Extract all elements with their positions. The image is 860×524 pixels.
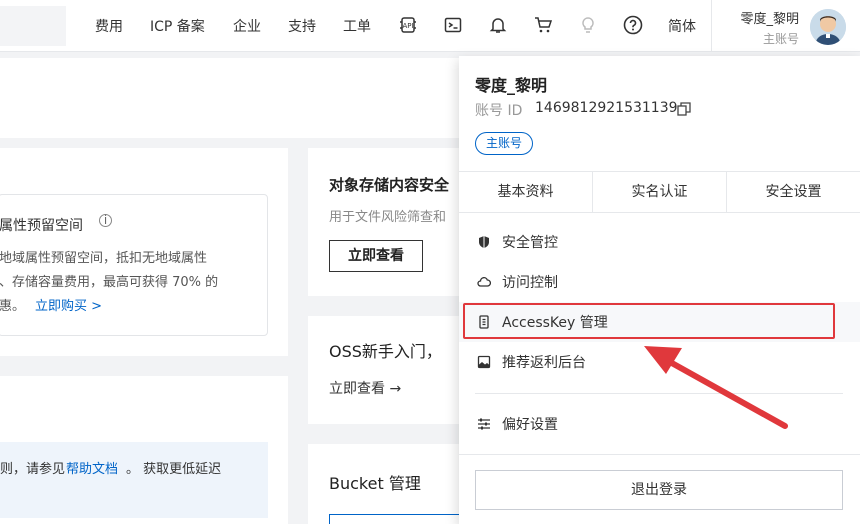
nav-billing[interactable]: 费用: [95, 16, 123, 36]
buy-now-link[interactable]: 立即购买 >: [35, 295, 102, 314]
bulb-icon[interactable]: [577, 14, 599, 36]
nav-icp[interactable]: ICP 备案: [150, 16, 205, 36]
account-id-label: 账号 ID: [475, 103, 523, 119]
menu-label: 偏好设置: [502, 417, 558, 433]
cart-icon[interactable]: [532, 14, 554, 36]
nav-enterprise[interactable]: 企业: [233, 16, 261, 36]
terminal-icon[interactable]: [442, 14, 464, 36]
account-id-value: 1469812921531139: [535, 100, 678, 116]
info-circle-icon: i: [99, 214, 112, 227]
cloud-icon: [477, 275, 491, 289]
logout-button[interactable]: 退出登录: [475, 470, 843, 510]
primary-account-badge: 主账号: [475, 132, 534, 155]
bell-icon[interactable]: [487, 14, 509, 36]
nav-support[interactable]: 支持: [288, 16, 316, 36]
highlight-box: [463, 303, 835, 339]
user-role: 主账号: [762, 32, 799, 46]
red-arrow-annotation: [644, 346, 788, 429]
oss-intro-link[interactable]: 立即查看 →: [329, 378, 401, 398]
shield-icon: [477, 235, 491, 249]
menu-item-access-control[interactable]: 访问控制: [459, 262, 860, 302]
svg-text:API: API: [402, 22, 413, 30]
user-dropdown: 零度_黎明 账号 ID 1469812921531139 主账号 基本资料 实名…: [459, 56, 860, 524]
bucket-card: Bucket 管理: [308, 444, 469, 524]
view-now-button[interactable]: 立即查看: [329, 240, 423, 272]
sliders-icon: [477, 417, 491, 431]
api-icon[interactable]: API: [397, 14, 419, 36]
promo-inner-box: 属性预留空间 i 地域属性预留空间，抵扣无地域属性 、存储容量费用，最高可获得 …: [0, 194, 268, 336]
search-box[interactable]: [0, 6, 66, 46]
content-security-title: 对象存储内容安全: [329, 176, 450, 194]
promo-card: 属性预留空间 i 地域属性预留空间，抵扣无地域属性 、存储容量费用，最高可获得 …: [0, 148, 288, 356]
image-icon: [477, 355, 491, 369]
info-suffix: 。 获取更低延迟: [126, 462, 222, 477]
oss-intro-title: OSS新手入门，: [329, 342, 442, 361]
menu-label: 推荐返利后台: [502, 355, 586, 371]
info-notice: 则，请参见 帮助文档 。 获取更低延迟: [0, 442, 268, 518]
promo-line-2: 、存储容量费用，最高可获得 70% 的: [0, 275, 219, 290]
tab-basic-info[interactable]: 基本资料: [459, 172, 593, 212]
user-separator: [711, 0, 712, 52]
menu-label: 安全管控: [502, 235, 558, 251]
promo-line-3: 惠。: [0, 299, 26, 314]
content-security-desc: 用于文件风险筛查和: [329, 210, 447, 225]
menu-label: 访问控制: [502, 275, 558, 291]
top-bar: 费用 ICP 备案 企业 支持 工单 API 简体 零度_黎明 主账号: [0, 0, 860, 52]
oss-intro-card: OSS新手入门， 立即查看 →: [308, 316, 460, 424]
user-name[interactable]: 零度_黎明: [740, 8, 799, 27]
dropdown-user-name: 零度_黎明: [475, 76, 548, 95]
menu-item-security-control[interactable]: 安全管控: [459, 222, 860, 262]
avatar[interactable]: [810, 9, 846, 45]
tab-security-settings[interactable]: 安全设置: [727, 172, 860, 212]
dropdown-tabs: 基本资料 实名认证 安全设置: [459, 171, 860, 213]
promo-line-1: 地域属性预留空间，抵扣无地域属性: [0, 251, 208, 266]
tab-real-name[interactable]: 实名认证: [593, 172, 727, 212]
bucket-button[interactable]: [329, 514, 469, 524]
menu-divider: [459, 454, 860, 455]
info-prefix: 则，请参见: [0, 462, 66, 477]
promo-title: 属性预留空间: [0, 218, 83, 234]
info-card: 则，请参见 帮助文档 。 获取更低延迟: [0, 376, 288, 524]
nav-ticket[interactable]: 工单: [343, 16, 371, 36]
bucket-title: Bucket 管理: [329, 474, 421, 493]
help-icon[interactable]: [622, 14, 644, 36]
help-doc-link[interactable]: 帮助文档: [66, 458, 118, 477]
content-security-card: 对象存储内容安全 用于文件风险筛查和 立即查看: [308, 148, 460, 296]
copy-icon[interactable]: [677, 101, 691, 116]
language-switch[interactable]: 简体: [668, 16, 696, 36]
